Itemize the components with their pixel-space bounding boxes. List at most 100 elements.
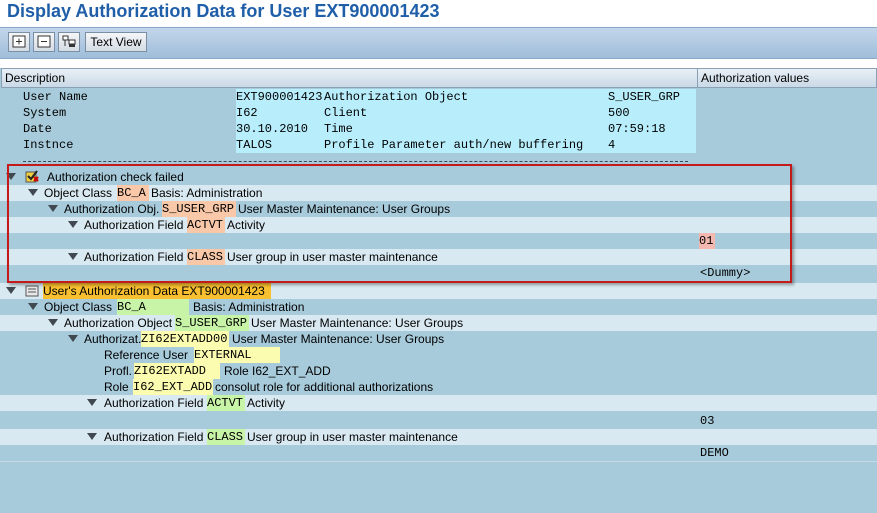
field-name: ACTVT [187,217,225,233]
authorization-value: ZI62EXTADD00 [141,331,229,347]
field-desc: Activity [247,396,286,410]
user-field1-value-row: 03 [0,413,877,429]
info-row-user: User Name EXT900001423 Authorization Obj… [0,89,877,105]
user-data-heading-row[interactable]: User's Authorization Data EXT900001423 [0,283,877,299]
user-name-label: User Name [23,90,88,104]
separator-line [23,161,688,162]
info-row-instance: Instnce TALOS Profile Parameter auth/new… [0,137,877,153]
field-value: DEMO [700,446,729,460]
expand-triangle-icon[interactable] [68,253,78,260]
auth-object-value: S_USER_GRP [608,89,696,105]
object-class-label: Object Class [44,300,113,314]
object-class-desc: Basis: Administration [151,186,263,200]
client-value: 500 [608,105,696,121]
user-role-row: Role I62_EXT_ADD consolut role for addit… [0,379,877,395]
expand-triangle-icon[interactable] [48,205,58,212]
system-value: I62 [236,105,324,121]
user-data-heading: User's Authorization Data EXT900001423 [43,283,271,299]
user-name-value: EXT900001423 [236,89,324,105]
expand-triangle-icon[interactable] [68,221,78,228]
user-field2-value-row: DEMO [0,445,877,461]
failed-field2-row[interactable]: Authorization Field CLASS User group in … [0,249,877,265]
expand-triangle-icon[interactable] [6,173,16,180]
collapse-icon [37,35,51,48]
hierarchy-button[interactable] [58,32,80,52]
profile-param-label: Profile Parameter auth/new buffering [324,137,608,153]
time-value: 07:59:18 [608,121,696,137]
field-desc: Activity [227,218,266,232]
date-label: Date [23,122,52,136]
failed-field2-value-row: <Dummy> [0,265,877,281]
field-value: 03 [700,414,715,428]
role-desc: consolut role for additional authorizati… [215,380,434,394]
failed-check-icon [25,170,39,183]
auth-object-label: Authorization Object [324,89,608,105]
user-auth-object-row[interactable]: Authorization Object S_USER_GRP User Mas… [0,315,877,331]
failed-object-class-row[interactable]: Object Class BC_A Basis: Administration [0,185,877,201]
auth-object-desc: User Master Maintenance: User Groups [251,316,464,330]
user-profile-row: Profl. ZI62EXTADD Role I62_EXT_ADD [0,363,877,379]
profile-label: Profl. [104,364,133,378]
user-object-class-row[interactable]: Object Class BC_A Basis: Administration [0,299,877,315]
failed-heading-row[interactable]: Authorization check failed [0,169,877,185]
role-value: I62_EXT_ADD [133,379,213,395]
hierarchy-icon [62,35,76,47]
instance-value: TALOS [236,137,324,153]
field-label: Authorization Field [104,430,204,444]
auth-object-value: S_USER_GRP [175,315,249,331]
user-data-icon [25,284,39,297]
field-value: 01 [699,233,715,249]
text-view-button[interactable]: Text View [85,32,147,52]
authorization-desc: User Master Maintenance: User Groups [232,332,445,346]
system-label: System [23,106,67,120]
field-name: ACTVT [207,395,245,411]
time-label: Time [324,121,608,137]
auth-obj-label: Authorization Obj. [64,202,160,216]
user-field2-row[interactable]: Authorization Field CLASS User group in … [0,429,877,445]
failed-field1-row[interactable]: Authorization Field ACTVT Activity [0,217,877,233]
field-name: CLASS [187,249,225,265]
expand-triangle-icon[interactable] [87,433,97,440]
field-name: CLASS [207,429,245,445]
authorization-label: Authorizat. [84,332,142,346]
divider [0,461,877,462]
field-label: Authorization Field [104,396,204,410]
column-header-description[interactable]: Description [1,68,698,88]
expand-all-button[interactable] [8,32,30,52]
profile-param-value: 4 [608,137,696,153]
expand-triangle-icon[interactable] [28,303,38,310]
instance-label: Instnce [23,138,74,152]
column-header-auth-values[interactable]: Authorization values [697,68,877,88]
expand-triangle-icon[interactable] [68,335,78,342]
expand-triangle-icon[interactable] [6,287,16,294]
failed-auth-obj-row[interactable]: Authorization Obj. S_USER_GRP User Maste… [0,201,877,217]
authorization-tree: Description Authorization values User Na… [0,68,877,513]
field-desc: User group in user master maintenance [227,250,438,264]
user-field1-row[interactable]: Authorization Field ACTVT Activity [0,395,877,411]
application-toolbar: Text View [0,27,877,59]
profile-value: ZI62EXTADD [134,363,220,379]
object-class-value: BC_A [117,185,149,201]
object-class-value: BC_A [117,299,189,315]
profile-role: Role I62_EXT_ADD [224,364,331,378]
page-title: Display Authorization Data for User EXT9… [7,1,440,21]
date-value: 30.10.2010 [236,121,324,137]
object-class-label: Object Class [44,186,113,200]
expand-triangle-icon[interactable] [87,399,97,406]
expand-triangle-icon[interactable] [28,189,38,196]
auth-object-label: Authorization Object [64,316,173,330]
client-label: Client [324,105,608,121]
user-authorizat-row[interactable]: Authorizat. ZI62EXTADD00 User Master Mai… [0,331,877,347]
field-desc: User group in user master maintenance [247,430,458,444]
ref-user-value: EXTERNAL [194,347,280,363]
info-row-system: System I62 Client 500 [0,105,877,121]
user-ref-user-row: Reference User EXTERNAL [0,347,877,363]
ref-user-label: Reference User [104,348,189,362]
failed-heading: Authorization check failed [47,170,184,184]
field-value: <Dummy> [700,266,751,280]
expand-all-icon [12,35,26,48]
expand-triangle-icon[interactable] [48,319,58,326]
collapse-button[interactable] [33,32,55,52]
auth-obj-desc: User Master Maintenance: User Groups [238,202,451,216]
object-class-desc: Basis: Administration [193,300,305,314]
